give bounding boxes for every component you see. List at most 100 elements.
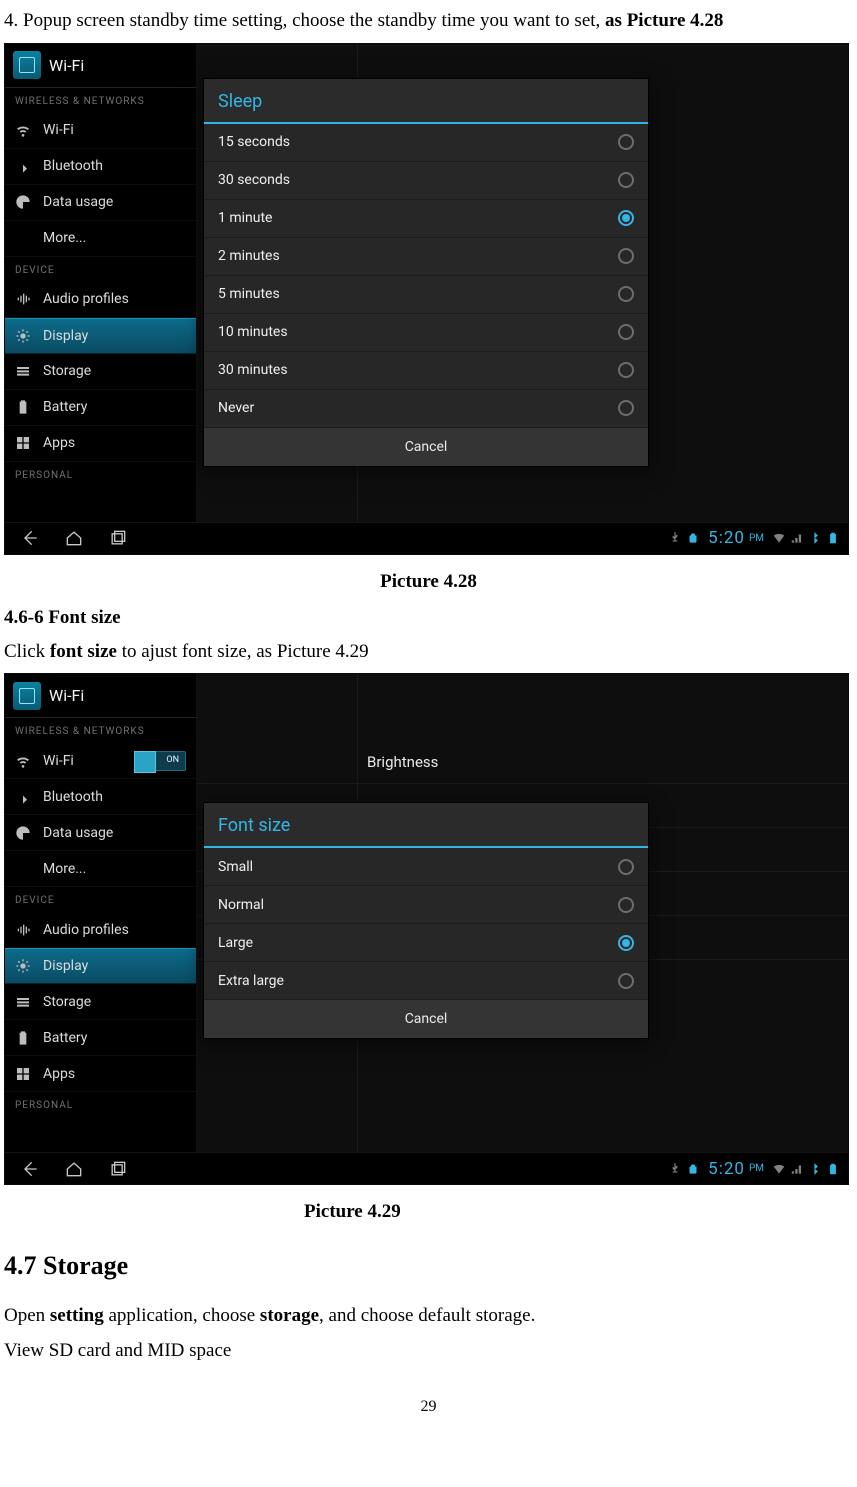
sidebar-item-storage[interactable]: Storage	[5, 984, 196, 1020]
radio-icon	[618, 210, 634, 226]
battery-icon	[15, 399, 31, 415]
fontsize-option[interactable]: Extra large	[204, 962, 648, 1000]
clock-ampm: PM	[749, 533, 764, 544]
option-label: 15 seconds	[218, 134, 290, 150]
screenshot-fontsize: Wi-Fi WIRELESS & NETWORKS Wi-Fi Bluetoot…	[4, 673, 849, 1185]
sidebar-item-label: Display	[43, 328, 88, 344]
option-label: 1 minute	[218, 210, 272, 226]
storage-icon	[15, 363, 31, 379]
intro-text: 4. Popup screen standby time setting, ch…	[4, 10, 605, 31]
clock-time: 5:20	[708, 528, 745, 548]
intro-bold: as Picture 4.28	[605, 10, 723, 31]
sidebar-item-label: Wi-Fi	[43, 122, 74, 138]
settings-sidepanel: Wi-Fi WIRELESS & NETWORKS Wi-Fi Bluetoot…	[5, 674, 197, 1152]
content-row-label: Brightness	[367, 753, 438, 771]
sidebar-item-label: More...	[43, 230, 86, 246]
option-label: Extra large	[218, 973, 284, 989]
text: to ajust font size, as Picture 4.29	[117, 641, 369, 662]
settings-header: Wi-Fi	[5, 674, 196, 718]
fontsize-option[interactable]: Normal	[204, 886, 648, 924]
radio-icon	[618, 935, 634, 951]
sleep-option[interactable]: 15 seconds	[204, 124, 648, 162]
content-row-brightness[interactable]: Brightness	[197, 740, 848, 784]
sidebar-item-display[interactable]: Display	[5, 318, 196, 354]
recents-button[interactable]	[101, 1157, 135, 1181]
dialog-cancel-button[interactable]: Cancel	[204, 428, 648, 466]
sidebar-item-audio-profiles[interactable]: Audio profiles	[5, 912, 196, 948]
back-button[interactable]	[13, 526, 47, 550]
sidebar-item-data-usage[interactable]: Data usage	[5, 815, 196, 851]
dialog-title: Font size	[204, 803, 648, 848]
radio-icon	[618, 859, 634, 875]
section-personal: PERSONAL	[5, 462, 196, 487]
sidebar-item-battery[interactable]: Battery	[5, 1020, 196, 1056]
sidebar-item-label: Battery	[43, 399, 87, 415]
text-bold: font size	[50, 641, 117, 662]
bluetooth-status-icon	[808, 1162, 822, 1176]
sidebar-item-apps[interactable]: Apps	[5, 1056, 196, 1092]
sleep-option[interactable]: 30 seconds	[204, 162, 648, 200]
sidebar-item-label: Battery	[43, 1030, 87, 1046]
data-usage-icon	[15, 194, 31, 210]
apps-icon	[15, 435, 31, 451]
android-debug-icon	[686, 531, 700, 545]
sleep-option[interactable]: 30 minutes	[204, 352, 648, 390]
option-label: Large	[218, 935, 253, 951]
sidebar-item-battery[interactable]: Battery	[5, 390, 196, 426]
option-label: 10 minutes	[218, 324, 288, 340]
sidebar-item-display[interactable]: Display	[5, 948, 196, 984]
sidebar-item-storage[interactable]: Storage	[5, 354, 196, 390]
status-icons-right	[772, 531, 840, 545]
text: Open	[4, 1305, 50, 1326]
sidebar-item-wifi[interactable]: Wi-Fi	[5, 113, 196, 149]
usb-icon	[668, 1162, 682, 1176]
dialog-cancel-button[interactable]: Cancel	[204, 1000, 648, 1038]
fontsize-option[interactable]: Large	[204, 924, 648, 962]
sidebar-item-bluetooth[interactable]: Bluetooth	[5, 779, 196, 815]
sidebar-item-bluetooth[interactable]: Bluetooth	[5, 149, 196, 185]
sidebar-item-apps[interactable]: Apps	[5, 426, 196, 462]
sidebar-item-wifi[interactable]: Wi-Fi	[5, 743, 196, 779]
sleep-option[interactable]: 2 minutes	[204, 238, 648, 276]
status-icons-right	[772, 1162, 840, 1176]
battery-status-icon	[826, 1162, 840, 1176]
option-label: 2 minutes	[218, 248, 280, 264]
fontsize-dialog: Font size Small Normal Large Extra large Ca…	[203, 802, 649, 1039]
wifi-toggle-on[interactable]	[134, 751, 186, 771]
sleep-option[interactable]: Never	[204, 390, 648, 428]
radio-icon	[618, 362, 634, 378]
sleep-option[interactable]: 5 minutes	[204, 276, 648, 314]
text-bold: storage	[260, 1305, 319, 1326]
sleep-option[interactable]: 1 minute	[204, 200, 648, 238]
signal-icon	[790, 1162, 804, 1176]
settings-app-title: Wi-Fi	[49, 56, 84, 75]
home-button[interactable]	[57, 1157, 91, 1181]
battery-icon	[15, 1030, 31, 1046]
sleep-dialog: Sleep 15 seconds 30 seconds 1 minute 2 minu…	[203, 78, 649, 467]
sidebar-item-label: Apps	[43, 1066, 75, 1082]
option-label: Small	[218, 859, 253, 875]
home-button[interactable]	[57, 526, 91, 550]
back-button[interactable]	[13, 1157, 47, 1181]
sidebar-item-data-usage[interactable]: Data usage	[5, 185, 196, 221]
text-bold: setting	[50, 1305, 104, 1326]
sidebar-item-label: Audio profiles	[43, 922, 129, 938]
sidebar-item-label: Apps	[43, 435, 75, 451]
storage-line1: Open setting application, choose storage…	[4, 1303, 853, 1330]
dialog-title: Sleep	[204, 79, 648, 124]
intro-line: 4. Popup screen standby time setting, ch…	[4, 8, 853, 35]
sidebar-item-audio-profiles[interactable]: Audio profiles	[5, 282, 196, 318]
display-icon	[15, 328, 31, 344]
status-icons	[668, 531, 700, 545]
sidebar-item-more[interactable]: More...	[5, 221, 196, 257]
recents-button[interactable]	[101, 526, 135, 550]
sidebar-item-label: Audio profiles	[43, 291, 129, 307]
wifi-icon	[15, 753, 31, 769]
signal-icon	[790, 531, 804, 545]
option-label: 30 seconds	[218, 172, 290, 188]
fontsize-sentence: Click font size to ajust font size, as P…	[4, 639, 853, 666]
sleep-option[interactable]: 10 minutes	[204, 314, 648, 352]
settings-header: Wi-Fi	[5, 44, 196, 88]
fontsize-option[interactable]: Small	[204, 848, 648, 886]
sidebar-item-more[interactable]: More...	[5, 851, 196, 887]
